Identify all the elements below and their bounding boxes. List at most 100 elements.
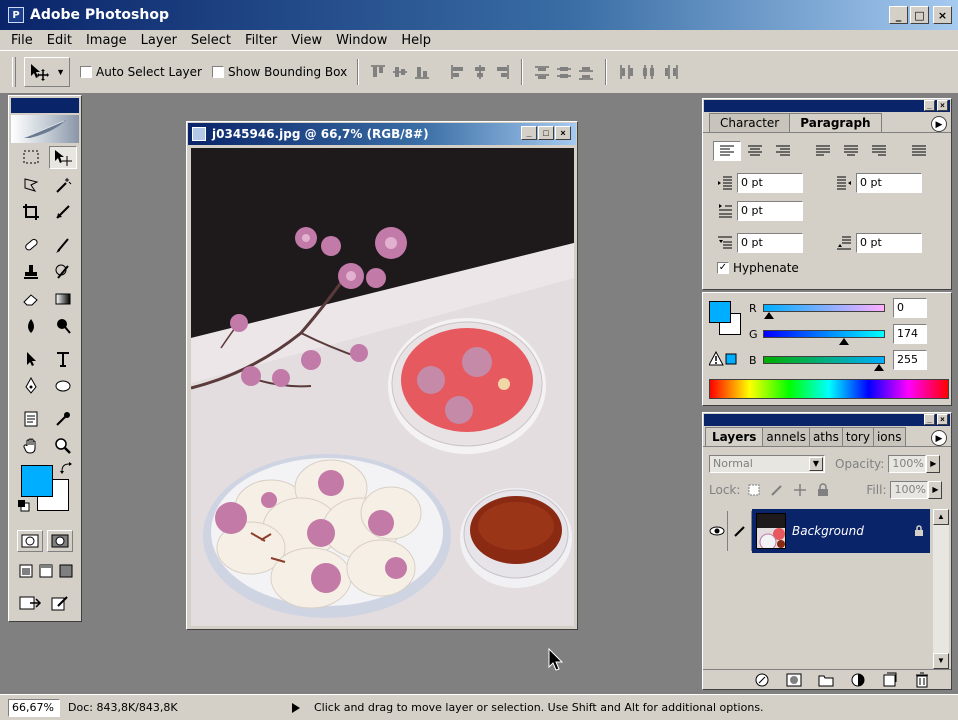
doc-minimize-button[interactable]: _ — [521, 126, 537, 140]
opacity-slider-arrow-icon[interactable]: ▶ — [926, 455, 941, 473]
pen-tool-icon[interactable] — [17, 374, 45, 397]
align-left-text-icon[interactable] — [713, 141, 741, 161]
align-left-edges-icon[interactable] — [449, 63, 467, 81]
image-canvas[interactable] — [191, 148, 574, 626]
green-channel-thumb[interactable] — [838, 338, 849, 345]
auto-select-layer-option[interactable]: Auto Select Layer — [80, 65, 202, 79]
history-brush-tool-icon[interactable] — [49, 260, 77, 283]
show-bounding-box-option[interactable]: Show Bounding Box — [211, 65, 347, 79]
lock-image-icon[interactable] — [768, 481, 786, 499]
options-grip[interactable] — [12, 57, 16, 87]
layer-selected[interactable]: Background — [752, 509, 930, 553]
space-before-input[interactable]: 0 pt — [737, 233, 803, 253]
justify-last-center-icon[interactable] — [837, 141, 865, 161]
clone-stamp-tool-icon[interactable] — [17, 260, 45, 283]
menu-filter[interactable]: Filter — [238, 33, 284, 48]
menu-layer[interactable]: Layer — [134, 33, 184, 48]
gradient-tool-icon[interactable] — [49, 287, 77, 310]
distribute-top-icon[interactable] — [533, 63, 551, 81]
align-center-text-icon[interactable] — [741, 141, 769, 161]
lock-transparency-icon[interactable] — [745, 481, 763, 499]
healing-brush-tool-icon[interactable] — [17, 233, 45, 256]
layers-scrollbar[interactable]: ▲ ▼ — [933, 509, 949, 669]
panel-close-button[interactable]: × — [937, 100, 948, 111]
layer-brush-icon[interactable] — [728, 511, 752, 551]
fill-input[interactable]: 100% — [890, 481, 929, 499]
adobe-online-button[interactable] — [11, 115, 79, 143]
green-channel-input[interactable]: 174 — [893, 324, 927, 344]
align-bottom-edges-icon[interactable] — [413, 63, 431, 81]
menu-help[interactable]: Help — [394, 33, 438, 48]
lock-all-icon[interactable] — [814, 481, 832, 499]
menu-window[interactable]: Window — [329, 33, 394, 48]
maximize-button[interactable]: □ — [910, 6, 929, 24]
standard-mode-icon[interactable] — [17, 530, 43, 552]
tab-channels[interactable]: annels — [762, 427, 810, 446]
fill-slider-arrow-icon[interactable]: ▶ — [928, 481, 943, 499]
distribute-right-icon[interactable] — [661, 63, 679, 81]
eye-icon[interactable] — [706, 511, 728, 551]
dodge-tool-icon[interactable] — [49, 314, 77, 337]
magic-wand-tool-icon[interactable] — [49, 173, 77, 196]
swap-colors-icon[interactable] — [59, 461, 73, 475]
ellipse-tool-icon[interactable] — [49, 374, 77, 397]
scroll-up-icon[interactable]: ▲ — [933, 509, 949, 525]
lock-position-icon[interactable] — [791, 481, 809, 499]
tab-layers[interactable]: Layers — [705, 427, 764, 446]
hand-tool-icon[interactable] — [17, 434, 45, 457]
layers-panel-title-bar[interactable]: _ × — [704, 414, 950, 426]
tab-paths[interactable]: aths — [808, 427, 843, 446]
layers-panel-menu-icon[interactable]: ▶ — [931, 430, 947, 446]
marquee-tool-icon[interactable] — [17, 146, 45, 169]
lasso-tool-icon[interactable] — [17, 173, 45, 196]
panel-menu-icon[interactable]: ▶ — [931, 116, 947, 132]
justify-last-left-icon[interactable] — [809, 141, 837, 161]
tab-history[interactable]: tory — [841, 427, 874, 446]
auto-select-layer-checkbox[interactable] — [80, 66, 92, 78]
show-bounding-box-checkbox[interactable] — [211, 66, 224, 78]
red-channel-thumb[interactable] — [764, 312, 774, 319]
move-tool-icon[interactable] — [49, 146, 77, 169]
tab-paragraph[interactable]: Paragraph — [789, 113, 882, 132]
distribute-hcenter-icon[interactable] — [639, 63, 657, 81]
align-right-text-icon[interactable] — [769, 141, 797, 161]
color-spectrum-bar[interactable] — [709, 379, 949, 399]
toolbox-title-bar[interactable] — [11, 98, 79, 113]
trash-icon[interactable] — [913, 672, 931, 688]
default-colors-icon[interactable] — [17, 499, 31, 513]
adjustment-layer-icon[interactable] — [849, 672, 867, 688]
blue-channel-input[interactable]: 255 — [893, 350, 927, 370]
quick-mask-mode-icon[interactable] — [47, 530, 73, 552]
eyedropper-tool-icon[interactable] — [49, 407, 77, 430]
layer-mask-icon[interactable] — [785, 672, 803, 688]
hyphenate-option[interactable]: ✓ Hyphenate — [703, 257, 951, 279]
brush-tool-icon[interactable] — [49, 233, 77, 256]
doc-maximize-button[interactable]: □ — [538, 126, 554, 140]
blue-channel-thumb[interactable] — [874, 364, 884, 371]
align-vertical-centers-icon[interactable] — [391, 63, 409, 81]
hyphenate-checkbox[interactable]: ✓ — [717, 262, 729, 274]
zoom-tool-icon[interactable] — [49, 434, 77, 457]
indent-left-input[interactable]: 0 pt — [737, 173, 803, 193]
panel-minimize-button[interactable]: _ — [924, 100, 935, 111]
minimize-button[interactable]: _ — [889, 6, 908, 24]
file-browser-icon[interactable] — [47, 592, 73, 614]
space-after-input[interactable]: 0 pt — [856, 233, 922, 253]
color-panel-foreground-swatch[interactable] — [709, 301, 731, 323]
paragraph-panel-title-bar[interactable]: _ × — [704, 100, 950, 112]
align-horizontal-centers-icon[interactable] — [471, 63, 489, 81]
layer-style-icon[interactable] — [753, 672, 771, 688]
blend-mode-select[interactable]: Normal ▼ — [709, 455, 825, 473]
distribute-left-icon[interactable] — [617, 63, 635, 81]
menu-edit[interactable]: Edit — [40, 33, 79, 48]
tab-character[interactable]: Character — [709, 113, 791, 132]
foreground-color-swatch[interactable] — [21, 465, 53, 497]
menu-select[interactable]: Select — [184, 33, 238, 48]
justify-all-icon[interactable] — [905, 141, 933, 161]
layers-panel-minimize-button[interactable]: _ — [924, 414, 935, 425]
full-screen-mode-icon[interactable] — [57, 562, 74, 580]
indent-right-input[interactable]: 0 pt — [856, 173, 922, 193]
menu-view[interactable]: View — [284, 33, 329, 48]
red-channel-slider[interactable] — [763, 304, 885, 319]
document-title-bar[interactable]: j0345946.jpg @ 66,7% (RGB/8#) — [188, 123, 576, 145]
